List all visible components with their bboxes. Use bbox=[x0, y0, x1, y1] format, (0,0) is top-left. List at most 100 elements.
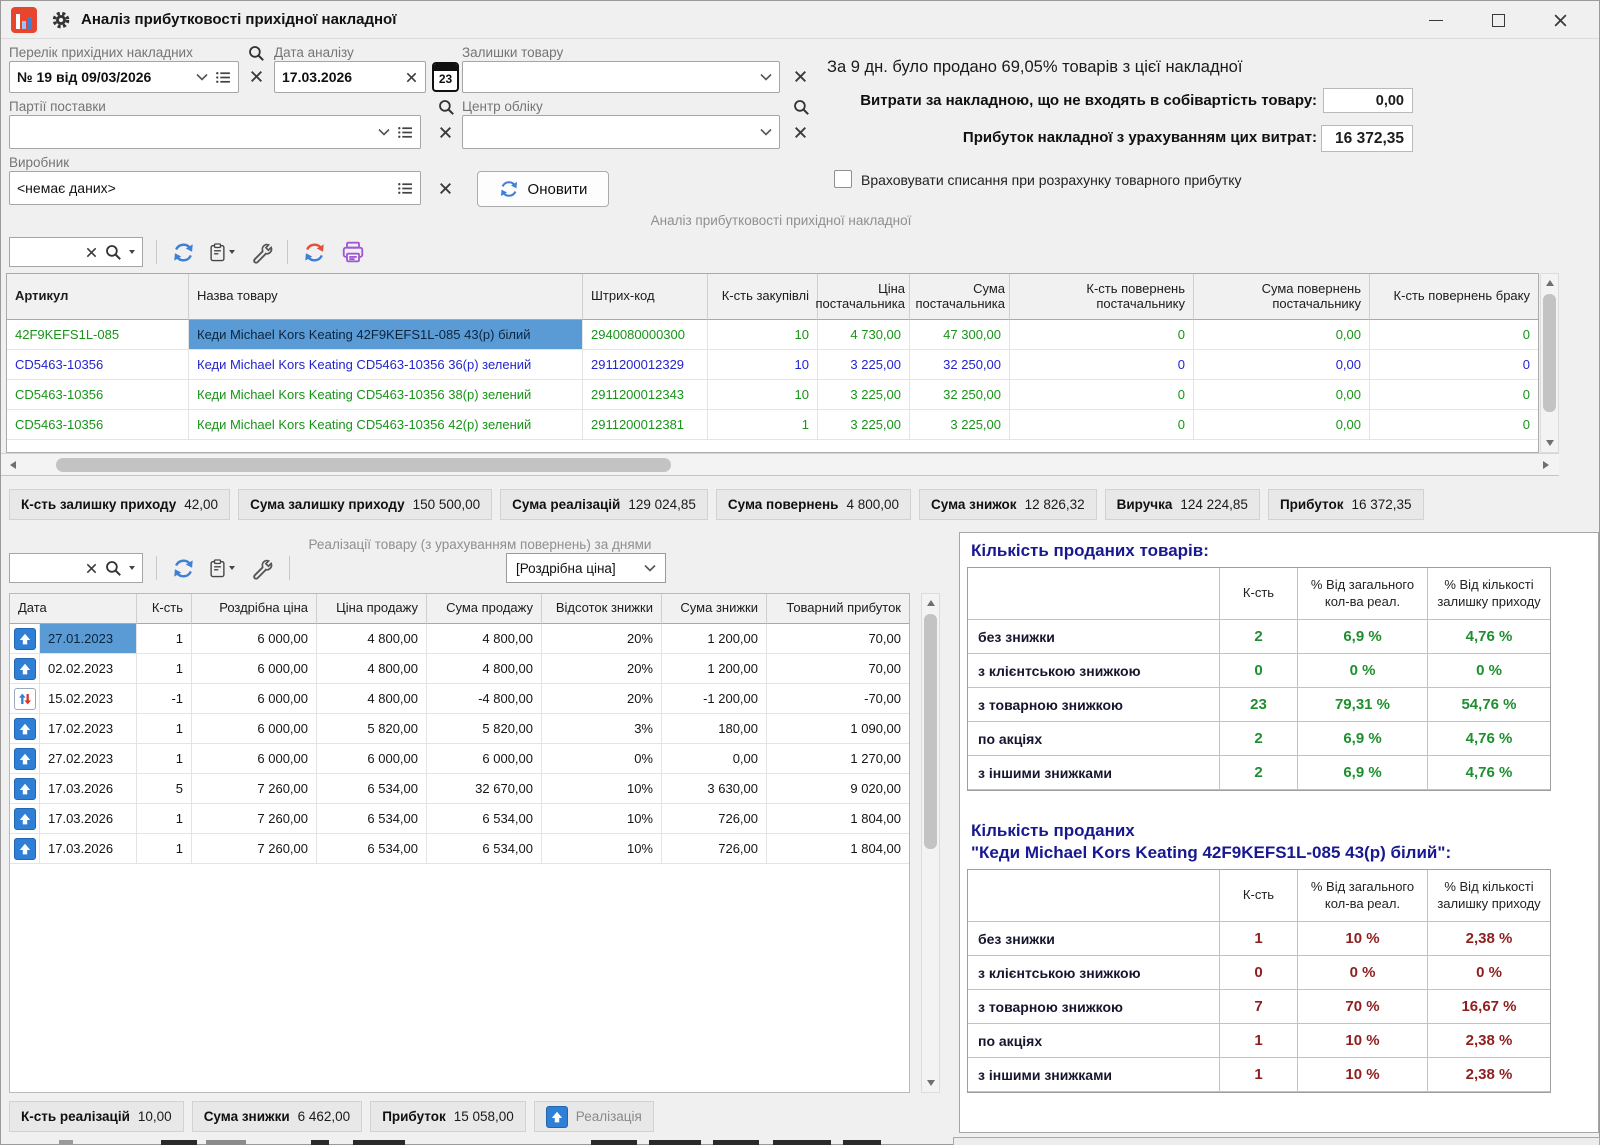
scrollbar-thumb[interactable] bbox=[56, 458, 671, 472]
cell-retail-price[interactable]: 6 000,00 bbox=[192, 714, 317, 744]
refresh-all-button[interactable] bbox=[301, 239, 327, 265]
cell-date[interactable]: 02.02.2023 bbox=[40, 654, 137, 684]
cell-return-sum[interactable]: 0,00 bbox=[1194, 410, 1370, 440]
column-header[interactable]: Відсоток знижки bbox=[542, 594, 662, 624]
chevron-down-icon[interactable] bbox=[378, 128, 390, 136]
cell-product-name[interactable]: Кеди Michael Kors Keating 42F9KEFS1L-085… bbox=[189, 320, 583, 350]
column-header[interactable]: Сума повернень постачальнику bbox=[1194, 274, 1370, 320]
cell-product-profit[interactable]: 70,00 bbox=[767, 624, 909, 654]
cell-qty[interactable]: 1 bbox=[137, 804, 192, 834]
cell-defect-qty[interactable]: 0 bbox=[1370, 380, 1538, 410]
cell-purchase-qty[interactable]: 10 bbox=[708, 320, 818, 350]
settings-wrench-button[interactable] bbox=[248, 239, 274, 265]
center-combobox[interactable] bbox=[462, 115, 780, 149]
cell-supplier-price[interactable]: 4 730,00 bbox=[818, 320, 910, 350]
clipboard-menu-caret[interactable] bbox=[229, 250, 235, 254]
cell-sale-sum[interactable]: 6 534,00 bbox=[427, 804, 542, 834]
chevron-down-icon[interactable] bbox=[196, 73, 208, 81]
cell-discount-sum[interactable]: 1 200,00 bbox=[662, 654, 767, 684]
cell-retail-price[interactable]: 7 260,00 bbox=[192, 804, 317, 834]
cell-defect-qty[interactable]: 0 bbox=[1370, 320, 1538, 350]
expenses-field[interactable]: 0,00 bbox=[1323, 88, 1413, 113]
cell-date[interactable]: 15.02.2023 bbox=[40, 684, 137, 714]
search-icon[interactable] bbox=[248, 45, 265, 67]
refresh-button[interactable] bbox=[170, 239, 196, 265]
stock-combobox[interactable] bbox=[462, 61, 780, 93]
column-header[interactable]: Товарний прибуток bbox=[767, 594, 909, 624]
table-row[interactable]: 17.03.2026 5 7 260,00 6 534,00 32 670,00… bbox=[10, 774, 909, 804]
cell-return-qty[interactable]: 0 bbox=[1010, 410, 1194, 440]
main-table-vertical-scrollbar[interactable] bbox=[1540, 273, 1559, 453]
table-row[interactable]: 02.02.2023 1 6 000,00 4 800,00 4 800,00 … bbox=[10, 654, 909, 684]
cell-sale-sum[interactable]: 4 800,00 bbox=[427, 624, 542, 654]
cell-supplier-sum[interactable]: 32 250,00 bbox=[910, 350, 1010, 380]
search-options-caret[interactable] bbox=[129, 250, 135, 254]
print-button[interactable] bbox=[340, 239, 366, 265]
cell-discount-percent[interactable]: 10% bbox=[542, 834, 662, 864]
table-row[interactable]: 17.03.2026 1 7 260,00 6 534,00 6 534,00 … bbox=[10, 804, 909, 834]
clipboard-menu-caret[interactable] bbox=[229, 566, 235, 570]
clipboard-button[interactable] bbox=[209, 239, 235, 265]
cell-article[interactable]: CD5463-10356 bbox=[7, 410, 189, 440]
column-header[interactable]: Сума знижки bbox=[662, 594, 767, 624]
cell-discount-sum[interactable]: -1 200,00 bbox=[662, 684, 767, 714]
maximize-button[interactable] bbox=[1467, 1, 1529, 39]
cell-sale-price[interactable]: 4 800,00 bbox=[317, 684, 427, 714]
column-header[interactable]: К-сть закупівлі bbox=[708, 274, 818, 320]
cell-sale-price[interactable]: 4 800,00 bbox=[317, 624, 427, 654]
cell-sale-price[interactable]: 4 800,00 bbox=[317, 654, 427, 684]
clear-invoice-icon[interactable] bbox=[247, 67, 265, 85]
cell-qty[interactable]: 5 bbox=[137, 774, 192, 804]
cell-return-qty[interactable]: 0 bbox=[1010, 320, 1194, 350]
cell-supplier-price[interactable]: 3 225,00 bbox=[818, 410, 910, 440]
cell-product-name[interactable]: Кеди Michael Kors Keating CD5463-10356 4… bbox=[189, 410, 583, 440]
cell-date[interactable]: 17.03.2026 bbox=[40, 834, 137, 864]
column-header[interactable]: К-сть повернень браку bbox=[1370, 274, 1538, 320]
cell-discount-percent[interactable]: 10% bbox=[542, 804, 662, 834]
cell-return-sum[interactable]: 0,00 bbox=[1194, 380, 1370, 410]
cell-qty[interactable]: 1 bbox=[137, 654, 192, 684]
cell-supplier-sum[interactable]: 32 250,00 bbox=[910, 380, 1010, 410]
cell-discount-percent[interactable]: 3% bbox=[542, 714, 662, 744]
clipboard-button[interactable] bbox=[209, 555, 235, 581]
cell-article[interactable]: CD5463-10356 bbox=[7, 350, 189, 380]
clear-search-icon[interactable] bbox=[85, 562, 98, 575]
cell-discount-sum[interactable]: 3 630,00 bbox=[662, 774, 767, 804]
cell-discount-sum[interactable]: 180,00 bbox=[662, 714, 767, 744]
search-input[interactable] bbox=[9, 553, 143, 583]
chevron-down-icon[interactable] bbox=[760, 128, 772, 136]
cell-barcode[interactable]: 2911200012329 bbox=[583, 350, 708, 380]
cell-retail-price[interactable]: 6 000,00 bbox=[192, 744, 317, 774]
settings-wrench-button[interactable] bbox=[248, 555, 274, 581]
cell-sale-sum[interactable]: 5 820,00 bbox=[427, 714, 542, 744]
clear-stock-icon[interactable] bbox=[791, 67, 809, 85]
list-icon[interactable] bbox=[398, 126, 413, 139]
column-header[interactable]: Назва товару bbox=[189, 274, 583, 320]
list-icon[interactable] bbox=[398, 182, 413, 195]
cell-product-profit[interactable]: 70,00 bbox=[767, 654, 909, 684]
scroll-down-icon[interactable] bbox=[922, 1075, 939, 1091]
cell-retail-price[interactable]: 6 000,00 bbox=[192, 624, 317, 654]
manufacturer-field[interactable]: <немає даних> bbox=[9, 171, 421, 205]
scroll-down-icon[interactable] bbox=[1541, 435, 1558, 451]
cell-sale-price[interactable]: 6 534,00 bbox=[317, 804, 427, 834]
search-icon[interactable] bbox=[438, 99, 455, 121]
chevron-down-icon[interactable] bbox=[760, 73, 772, 81]
list-icon[interactable] bbox=[216, 71, 231, 84]
cell-supplier-sum[interactable]: 3 225,00 bbox=[910, 410, 1010, 440]
cell-product-name[interactable]: Кеди Michael Kors Keating CD5463-10356 3… bbox=[189, 350, 583, 380]
invoice-list-combobox[interactable]: № 19 від 09/03/2026 bbox=[9, 61, 239, 93]
cell-supplier-price[interactable]: 3 225,00 bbox=[818, 380, 910, 410]
clear-batches-icon[interactable] bbox=[436, 123, 454, 141]
batches-combobox[interactable] bbox=[9, 115, 421, 149]
column-header[interactable]: Роздрібна ціна bbox=[192, 594, 317, 624]
column-header[interactable]: Сума продажу bbox=[427, 594, 542, 624]
cell-defect-qty[interactable]: 0 bbox=[1370, 410, 1538, 440]
column-header[interactable]: Сума постачальника bbox=[910, 274, 1010, 320]
cell-date[interactable]: 27.01.2023 bbox=[40, 624, 137, 654]
minimize-button[interactable] bbox=[1405, 1, 1467, 39]
cell-return-sum[interactable]: 0,00 bbox=[1194, 320, 1370, 350]
cell-product-profit[interactable]: -70,00 bbox=[767, 684, 909, 714]
cell-barcode[interactable]: 2911200012343 bbox=[583, 380, 708, 410]
cell-discount-percent[interactable]: 20% bbox=[542, 624, 662, 654]
